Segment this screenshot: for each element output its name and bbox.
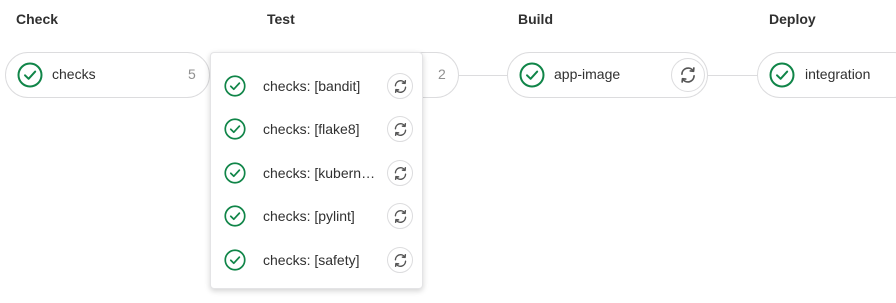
job-name: checks [52,66,96,82]
retry-button[interactable] [387,160,413,186]
dropdown-job-item[interactable]: checks: [pylint] [211,195,422,235]
retry-icon [679,66,697,84]
retry-button[interactable] [387,73,413,99]
dropdown-job-label: checks: [bandit] [263,78,361,94]
check-circle-icon [224,249,246,271]
job-count-badge: 2 [438,66,446,82]
stage-connector [459,75,509,76]
job-integration[interactable]: integration [757,52,896,98]
retry-button[interactable] [671,58,705,92]
retry-icon [393,79,408,94]
stage-title-deploy: Deploy [769,11,816,27]
retry-button[interactable] [387,116,413,142]
job-app-image[interactable]: app-image [507,52,708,98]
check-circle-icon [17,62,43,88]
dropdown-job-label: checks: [kubernetes] [263,165,381,181]
stage-title-test: Test [267,11,295,27]
check-circle-icon [224,75,246,97]
retry-icon [393,166,408,181]
check-circle-icon [224,162,246,184]
check-circle-icon [519,62,545,88]
retry-icon [393,122,408,137]
job-group-checks[interactable]: checks 5 [5,52,210,98]
check-circle-icon [224,118,246,140]
stage-title-check: Check [16,11,59,27]
retry-icon [393,209,408,224]
job-name: app-image [554,66,621,82]
retry-button[interactable] [387,203,413,229]
dropdown-job-item[interactable]: checks: [safety] [211,239,422,279]
check-circle-icon [769,62,795,88]
dropdown-job-label: checks: [flake8] [263,121,360,137]
job-count-badge: 5 [188,66,196,82]
job-name: integration [805,66,871,82]
dropdown-job-item[interactable]: checks: [bandit] [211,65,422,105]
check-circle-icon [224,205,246,227]
stage-title-build: Build [518,11,553,27]
retry-button[interactable] [387,247,413,273]
retry-icon [393,253,408,268]
dropdown-job-item[interactable]: checks: [kubernetes] [211,152,422,192]
dropdown-job-label: checks: [safety] [263,252,360,268]
dropdown-job-label: checks: [pylint] [263,208,355,224]
job-group-dropdown: checks: [bandit] checks: [flake8] checks… [210,52,423,289]
stage-connector [708,75,758,76]
dropdown-job-item[interactable]: checks: [flake8] [211,108,422,148]
